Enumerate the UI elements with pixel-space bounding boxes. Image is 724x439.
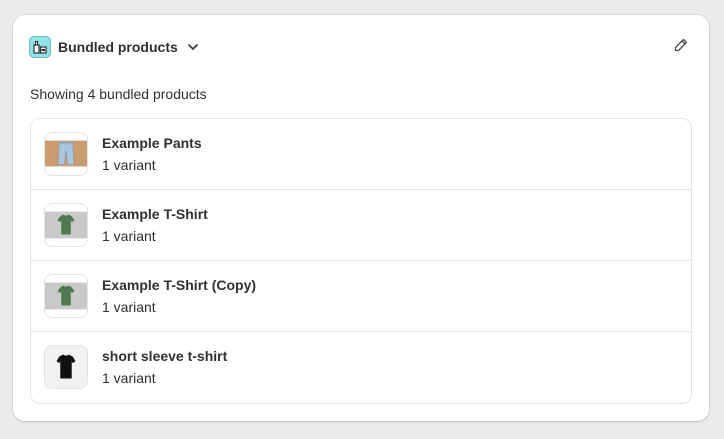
product-thumbnail-green-tshirt [44, 203, 88, 247]
product-row[interactable]: Example T-Shirt (Copy) 1 variant [31, 261, 691, 332]
product-name[interactable]: Example T-Shirt (Copy) [102, 277, 256, 293]
bundled-products-summary: Showing 4 bundled products [30, 86, 207, 102]
section-title: Bundled products [58, 39, 178, 55]
product-row[interactable]: Example T-Shirt 1 variant [31, 190, 691, 261]
product-row[interactable]: Example Pants 1 variant [31, 119, 691, 190]
product-thumbnail-green-tshirt [44, 274, 88, 318]
pencil-icon [674, 38, 688, 52]
bundled-products-list: Example Pants 1 variant Example T-Shirt … [30, 118, 692, 404]
chevron-down-icon[interactable] [186, 40, 200, 54]
bundled-products-card: Bundled products Showing 4 bundled produ… [13, 15, 709, 421]
product-thumbnail-black-tshirt [44, 345, 88, 389]
product-variant-count: 1 variant [102, 228, 156, 244]
product-name[interactable]: Example T-Shirt [102, 206, 208, 222]
product-variant-count: 1 variant [102, 157, 156, 173]
product-variant-count: 1 variant [102, 370, 156, 386]
product-name[interactable]: Example Pants [102, 135, 202, 151]
bundled-products-header[interactable]: Bundled products [29, 36, 200, 58]
product-variant-count: 1 variant [102, 299, 156, 315]
product-row[interactable]: short sleeve t-shirt 1 variant [31, 332, 691, 402]
edit-button[interactable] [669, 33, 693, 57]
bundle-boxes-icon [29, 36, 51, 58]
product-thumbnail-pants [44, 132, 88, 176]
product-name[interactable]: short sleeve t-shirt [102, 348, 227, 364]
